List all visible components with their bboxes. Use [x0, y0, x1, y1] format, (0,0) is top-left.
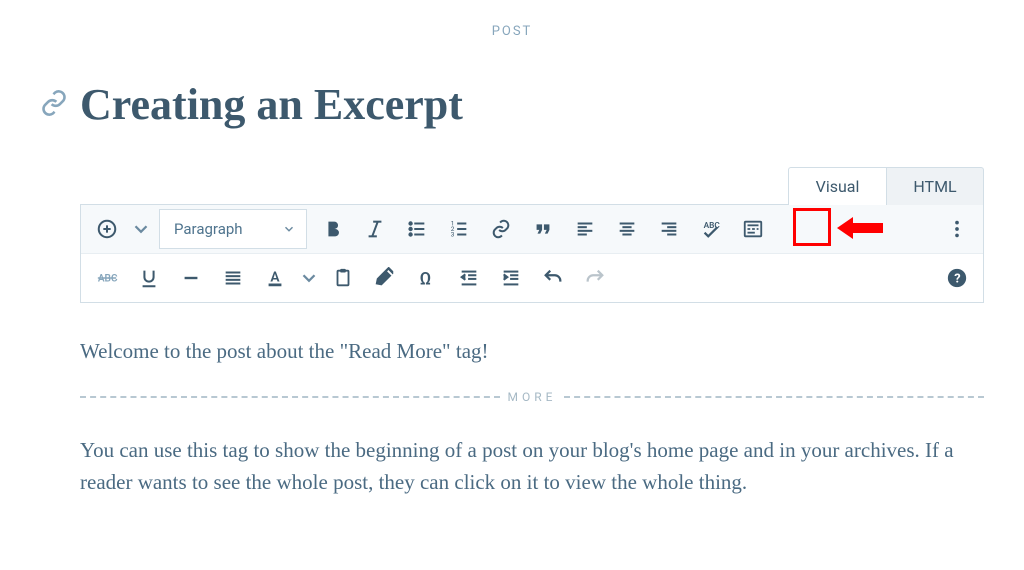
link-button[interactable] — [481, 209, 521, 249]
redo-button[interactable] — [575, 258, 615, 298]
editor-toolbar: Paragraph 123 — [80, 204, 984, 303]
svg-text:Ω: Ω — [420, 269, 432, 289]
editor-content[interactable]: Welcome to the post about the "Read More… — [80, 303, 984, 499]
paste-text-button[interactable]: T — [323, 258, 363, 298]
clear-formatting-button[interactable] — [365, 258, 405, 298]
help-button[interactable]: ? — [937, 258, 977, 298]
svg-text:A: A — [270, 270, 280, 286]
add-block-button[interactable] — [87, 209, 127, 249]
italic-button[interactable] — [355, 209, 395, 249]
numbered-list-button[interactable]: 123 — [439, 209, 479, 249]
align-left-button[interactable] — [565, 209, 605, 249]
svg-text:ABC: ABC — [98, 274, 118, 285]
read-more-button[interactable] — [733, 209, 773, 249]
svg-text:?: ? — [954, 272, 960, 287]
bullet-list-button[interactable] — [397, 209, 437, 249]
more-line-right — [564, 396, 984, 398]
content-body: You can use this tag to show the beginni… — [80, 434, 984, 499]
more-line-left — [80, 396, 500, 398]
align-justify-button[interactable] — [213, 258, 253, 298]
spellcheck-button[interactable]: ABC — [691, 209, 731, 249]
strikethrough-button[interactable]: ABC — [87, 258, 127, 298]
post-title[interactable]: Creating an Excerpt — [80, 79, 463, 130]
read-more-divider[interactable]: MORE — [80, 390, 984, 404]
undo-button[interactable] — [533, 258, 573, 298]
underline-button[interactable] — [129, 258, 169, 298]
more-options-button[interactable] — [937, 209, 977, 249]
horizontal-rule-button[interactable] — [171, 258, 211, 298]
add-block-chevron[interactable] — [129, 209, 153, 249]
tab-html[interactable]: HTML — [886, 167, 984, 205]
outdent-button[interactable] — [449, 258, 489, 298]
indent-button[interactable] — [491, 258, 531, 298]
special-character-button[interactable]: Ω — [407, 258, 447, 298]
text-color-button[interactable]: A — [255, 258, 295, 298]
svg-text:3: 3 — [451, 230, 455, 238]
more-label: MORE — [500, 390, 565, 404]
align-right-button[interactable] — [649, 209, 689, 249]
align-center-button[interactable] — [607, 209, 647, 249]
block-format-label: Paragraph — [174, 220, 243, 238]
permalink-icon[interactable] — [40, 89, 68, 121]
svg-text:T: T — [340, 275, 345, 285]
text-color-chevron[interactable] — [297, 258, 321, 298]
blockquote-button[interactable] — [523, 209, 563, 249]
content-intro: Welcome to the post about the "Read More… — [80, 335, 984, 368]
block-format-dropdown[interactable]: Paragraph — [159, 209, 307, 249]
tab-visual[interactable]: Visual — [788, 167, 886, 205]
svg-text:ABC: ABC — [704, 221, 721, 231]
post-type-label: POST — [40, 0, 984, 79]
bold-button[interactable] — [313, 209, 353, 249]
